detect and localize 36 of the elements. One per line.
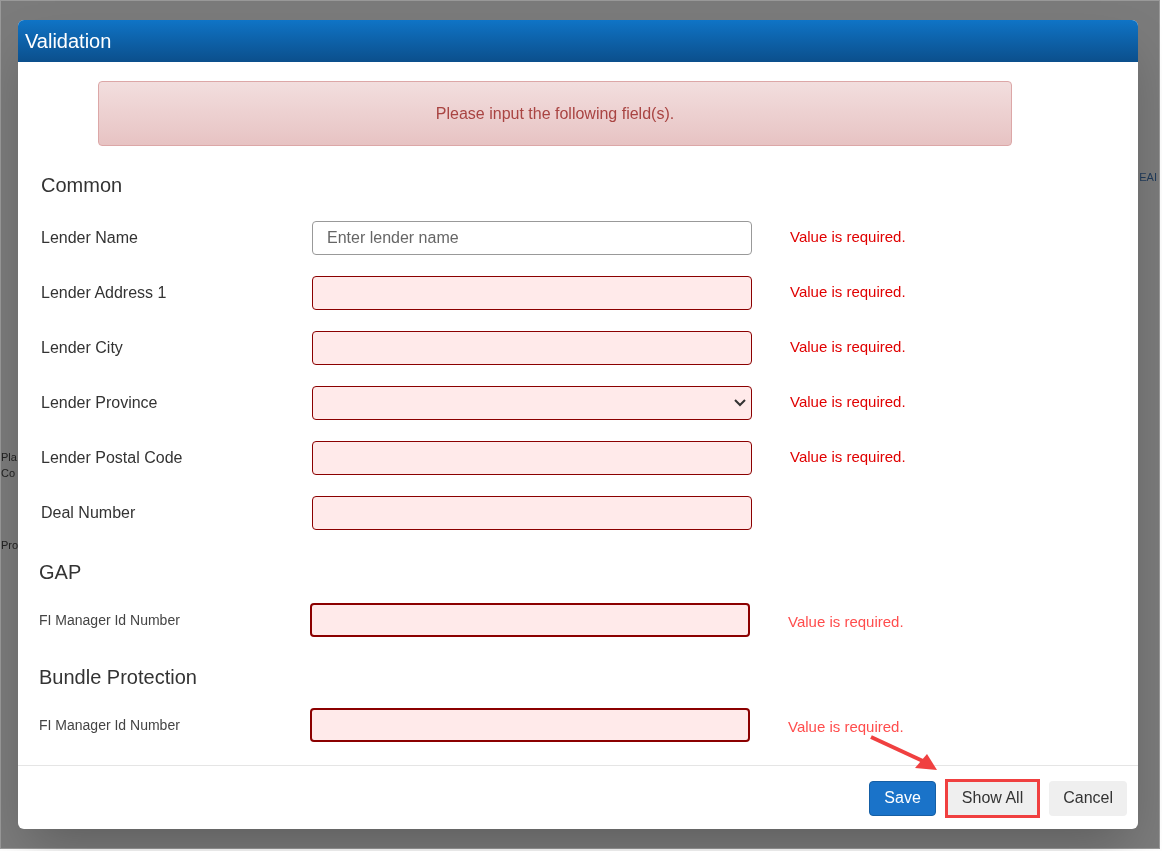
background-text: EAI: [1139, 170, 1157, 185]
field-label: FI Manager Id Number: [39, 610, 181, 630]
error-message: Value is required.: [788, 716, 904, 737]
select-field[interactable]: [312, 385, 752, 420]
background-text: Pla: [1, 450, 18, 465]
field-label: Lender Province: [41, 392, 159, 413]
chevron-down-icon: [734, 398, 746, 407]
field-label: Deal Number: [41, 502, 137, 523]
error-message: Value is required.: [788, 611, 904, 632]
dialog-button[interactable]: Cancel: [1049, 780, 1127, 816]
input-field[interactable]: [312, 440, 752, 475]
error-message: Value is required.: [790, 447, 906, 468]
field-label: Lender City: [41, 337, 124, 358]
field-label: Lender Name: [41, 227, 139, 248]
error-message: Value is required.: [790, 282, 906, 303]
section-heading: Bundle Protection: [39, 665, 198, 690]
section-heading: Common: [41, 173, 124, 198]
error-message: Value is required.: [790, 227, 906, 248]
error-message: Value is required.: [790, 392, 906, 413]
background-text: Co: [1, 466, 17, 481]
input-field[interactable]: [312, 275, 752, 310]
error-message: Value is required.: [790, 337, 906, 358]
input-field[interactable]: Enter lender name: [312, 220, 752, 255]
alert-message: Please input the following field(s).: [435, 103, 675, 124]
input-field[interactable]: [312, 330, 752, 365]
input-field[interactable]: [310, 603, 750, 637]
dialog-title: Validation: [25, 29, 112, 54]
field-label: FI Manager Id Number: [39, 715, 181, 735]
input-field[interactable]: [310, 708, 750, 742]
save-button[interactable]: Save: [869, 780, 936, 816]
field-label: Lender Postal Code: [41, 447, 184, 468]
input-field[interactable]: [312, 495, 752, 530]
dialog-button[interactable]: Show All: [944, 778, 1041, 818]
field-label: Lender Address 1: [41, 282, 168, 303]
background-text: Pro: [1, 538, 19, 553]
section-heading: GAP: [39, 560, 83, 585]
